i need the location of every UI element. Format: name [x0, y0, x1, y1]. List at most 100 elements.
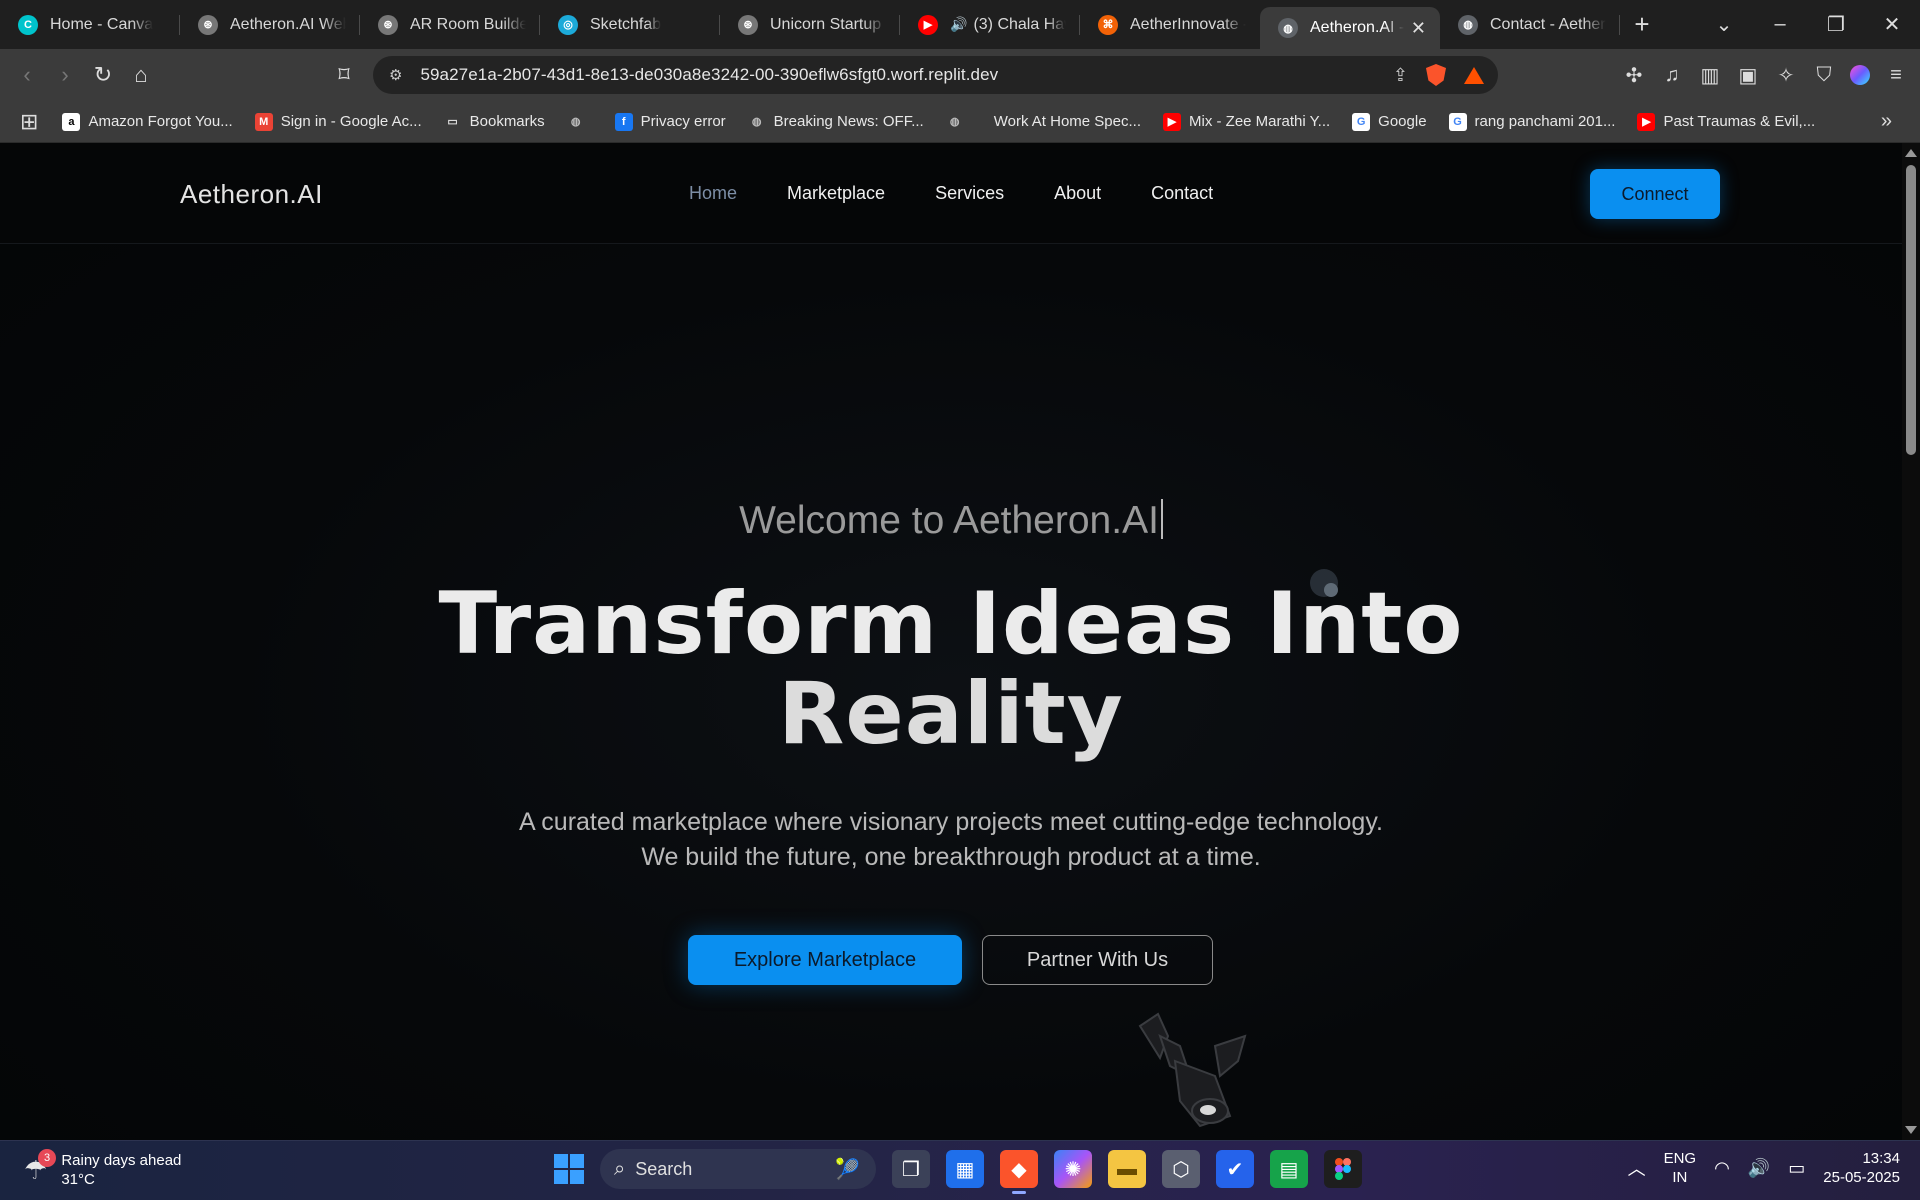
bookmark-label: Amazon Forgot You... — [88, 113, 233, 130]
page-scrollbar[interactable] — [1902, 143, 1920, 1140]
bookmark-item[interactable]: ◍ — [946, 113, 972, 131]
battery-icon[interactable]: ▭ — [1788, 1158, 1805, 1179]
browser-toolbar: ‹ › ↻ ⌂ ⌑ ⚙ 59a27e1a-2b07-43d1-8e13-de03… — [0, 49, 1920, 101]
bookmarks-overflow-icon[interactable]: » — [1881, 110, 1892, 133]
bookmark-favicon-icon: ◍ — [570, 116, 581, 128]
todo-check-icon[interactable]: ✔ — [1216, 1150, 1254, 1188]
bookmark-item[interactable]: Work At Home Spec... — [994, 113, 1141, 130]
site-info-icon[interactable]: ⚙ — [389, 66, 402, 84]
unity-hub-icon[interactable]: ⬡ — [1162, 1150, 1200, 1188]
bookmark-item[interactable]: a Amazon Forgot You... — [62, 112, 233, 131]
microsoft-store-icon[interactable]: ▦ — [946, 1150, 984, 1188]
subtext-line-1: A curated marketplace where visionary pr… — [519, 808, 1383, 836]
tab-search-chevron-icon[interactable]: ⌄ — [1696, 12, 1752, 37]
bookmark-item[interactable]: ▭ Bookmarks — [444, 113, 545, 131]
nav-contact[interactable]: Contact — [1151, 183, 1213, 204]
nav-services[interactable]: Services — [935, 183, 1004, 204]
bookmark-favicon-icon: ▶ — [1637, 112, 1656, 131]
clock-time: 13:34 — [1862, 1150, 1900, 1167]
browser-tab[interactable]: ⌘ AetherInnovate - — [1080, 0, 1260, 49]
browser-tab[interactable]: ◍ Aetheron.AI - ✕ — [1260, 7, 1440, 49]
restore-button[interactable]: ❐ — [1808, 12, 1864, 37]
connect-button[interactable]: Connect — [1590, 169, 1720, 219]
tab-title: AetherInnovate - — [1130, 15, 1246, 33]
system-clock[interactable]: 13:34 25-05-2025 — [1823, 1149, 1900, 1187]
browser-tab[interactable]: ⊛ Aetheron.AI Webs — [180, 0, 360, 49]
address-bar[interactable]: ⚙ 59a27e1a-2b07-43d1-8e13-de030a8e3242-0… — [373, 56, 1498, 94]
scroll-down-arrow-icon[interactable] — [1905, 1126, 1917, 1134]
bookmark-item[interactable]: Grang panchami 201... — [1448, 112, 1615, 131]
language-indicator[interactable]: ENG IN — [1664, 1149, 1697, 1187]
explore-marketplace-button[interactable]: Explore Marketplace — [688, 935, 962, 985]
taskbar-apps: ⌕ Search 🎾 ❐ ▦ ◆ ✺ ▬ ⬡ ✔ ▤ — [554, 1149, 1362, 1194]
browser-tab[interactable]: ◎ Sketchfab — [540, 0, 720, 49]
windows-start-icon[interactable] — [554, 1154, 584, 1184]
apps-grid-icon[interactable]: ⊞ — [20, 109, 38, 135]
scroll-up-arrow-icon[interactable] — [1905, 149, 1917, 157]
bookmark-item[interactable]: ◍ Breaking News: OFF... — [748, 113, 924, 131]
browser-tab[interactable]: ⊛ Unicorn Startup Id — [720, 0, 900, 49]
brave-browser-icon[interactable]: ◆ — [1000, 1150, 1038, 1194]
bookmark-item[interactable]: ▶ Past Traumas & Evil,... — [1637, 112, 1815, 131]
globe-icon: ◍ — [1278, 18, 1298, 38]
site-header: Aetheron.AI Home Marketplace Services Ab… — [0, 143, 1902, 244]
bookmark-label: Bookmarks — [469, 113, 545, 130]
google-classroom-icon[interactable]: ▤ — [1270, 1150, 1308, 1188]
browser-tab[interactable]: ▶ 🔊 (3) Chala Haw — [900, 0, 1080, 49]
minimize-button[interactable]: – — [1752, 13, 1808, 36]
back-button[interactable]: ‹ — [8, 62, 46, 88]
task-view-icon[interactable]: ❐ — [892, 1150, 930, 1188]
nav-marketplace[interactable]: Marketplace — [787, 183, 885, 204]
search-label: Search — [635, 1158, 693, 1179]
brave-shields-icon[interactable] — [1426, 64, 1446, 86]
share-icon[interactable]: ⇪ — [1393, 65, 1408, 86]
bookmark-item[interactable]: G Google — [1352, 112, 1427, 131]
copilot-icon[interactable]: ✺ — [1054, 1150, 1092, 1188]
nav-home[interactable]: Home — [689, 183, 737, 204]
hero-subtext: A curated marketplace where visionary pr… — [0, 805, 1902, 875]
partner-with-us-button[interactable]: Partner With Us — [982, 935, 1213, 985]
nav-about[interactable]: About — [1054, 183, 1101, 204]
bookmark-item[interactable]: f Privacy error — [614, 112, 726, 131]
new-tab-button[interactable]: + — [1620, 9, 1664, 40]
bookmark-favicon-icon: ▭ — [447, 116, 458, 128]
audio-playing-icon[interactable]: 🔊 — [950, 16, 967, 33]
home-button[interactable]: ⌂ — [122, 62, 160, 88]
forward-button[interactable]: › — [46, 62, 84, 88]
bookmark-item[interactable]: M Sign in - Google Ac... — [254, 112, 422, 131]
close-tab-icon[interactable]: ✕ — [1411, 18, 1426, 39]
weather-widget[interactable]: ☂ 3 Rainy days ahead 31°C — [24, 1148, 181, 1189]
replit-icon: ⌘ — [1098, 14, 1118, 35]
url-text[interactable]: 59a27e1a-2b07-43d1-8e13-de030a8e3242-00-… — [420, 65, 998, 85]
hero-headline: Transform Ideas Into Reality — [0, 579, 1902, 759]
figma-icon[interactable] — [1324, 1150, 1362, 1188]
vpn-shield-icon[interactable]: ⛉ — [1812, 64, 1836, 87]
close-window-button[interactable]: ✕ — [1864, 12, 1920, 37]
bookmark-page-icon[interactable]: ⌑ — [325, 62, 363, 88]
media-music-icon[interactable]: ♫ — [1660, 64, 1684, 87]
profile-avatar-icon[interactable] — [1850, 65, 1870, 85]
bookmark-item[interactable]: ◍ — [567, 113, 593, 131]
browser-tab[interactable]: ◍ Contact - Aetherc — [1440, 0, 1620, 49]
menu-hamburger-icon[interactable]: ≡ — [1884, 64, 1908, 87]
taskbar-search[interactable]: ⌕ Search 🎾 — [600, 1149, 876, 1189]
volume-icon[interactable]: 🔊 — [1748, 1158, 1770, 1179]
leo-ai-sparkle-icon[interactable]: ✧ — [1774, 63, 1798, 88]
tray-chevron-up-icon[interactable]: ︿ — [1628, 1155, 1646, 1181]
bookmark-item[interactable]: ▶ Mix - Zee Marathi Y... — [1163, 112, 1330, 131]
bookmark-favicon-icon: G — [1352, 112, 1371, 131]
wifi-icon[interactable]: ◠ — [1714, 1158, 1730, 1179]
browser-tab[interactable]: C Home - Canva — [0, 0, 180, 49]
brave-rewards-icon[interactable] — [1464, 66, 1484, 84]
sidebar-toggle-icon[interactable]: ▥ — [1698, 63, 1722, 88]
extensions-puzzle-icon[interactable]: ✣ — [1622, 63, 1646, 88]
reload-button[interactable]: ↻ — [84, 62, 122, 88]
browser-tab[interactable]: ⊛ AR Room Builder — [360, 0, 540, 49]
site-logo[interactable]: Aetheron.AI — [180, 179, 323, 210]
weather-temp: 31°C — [61, 1171, 95, 1188]
wallet-icon[interactable]: ▣ — [1736, 63, 1760, 88]
scrollbar-thumb[interactable] — [1906, 165, 1916, 455]
file-explorer-icon[interactable]: ▬ — [1108, 1150, 1146, 1188]
weather-badge: 3 — [38, 1148, 56, 1167]
bookmark-label: Work At Home Spec... — [993, 113, 1141, 130]
